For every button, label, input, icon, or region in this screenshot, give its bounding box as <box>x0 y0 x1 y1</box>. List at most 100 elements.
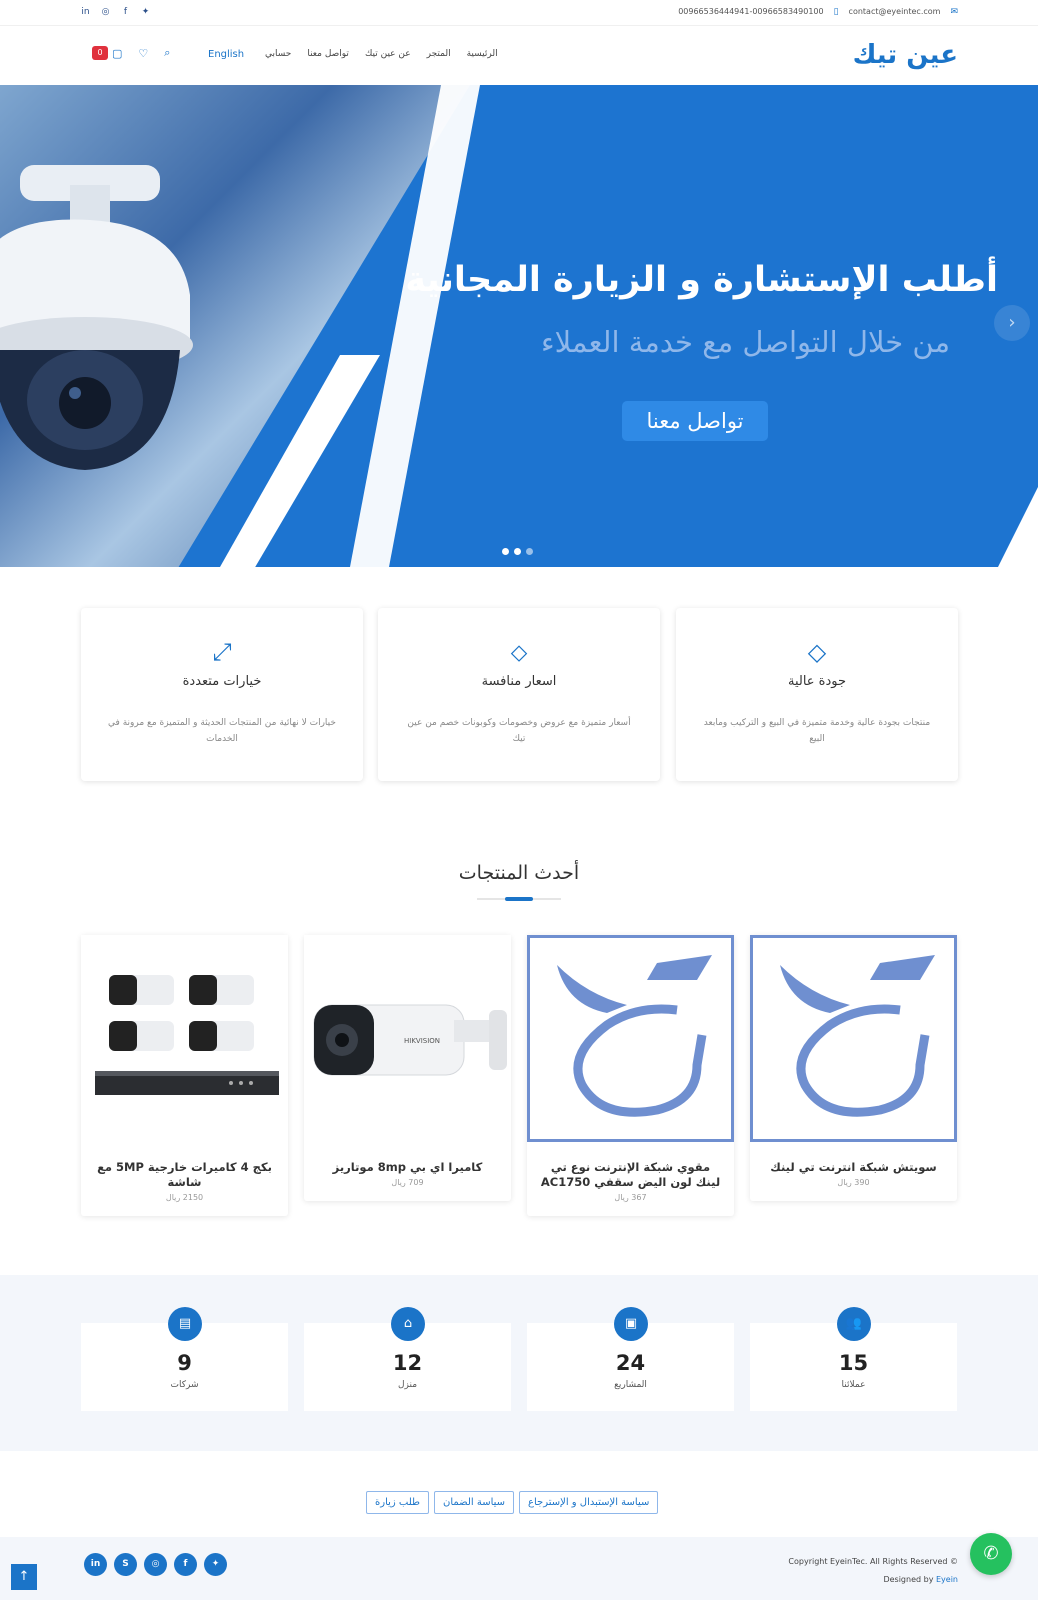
phone-icon: ▯ <box>833 7 839 17</box>
counter-value: 12 <box>392 1351 423 1375</box>
counter-value: 24 <box>615 1351 646 1375</box>
instagram-icon[interactable]: ◎ <box>100 7 111 18</box>
product-price: 2150 ريال <box>165 1193 204 1202</box>
envelope-icon: ✉ <box>950 7 958 17</box>
top-contact: 00966536444941-00966583490100 ▯ contact@… <box>678 7 958 17</box>
nav-item-store[interactable]: المتجر <box>427 49 451 59</box>
hero-slider: أطلب الإستشارة و الزيارة المجانية من خلا… <box>0 85 1038 567</box>
instagram-icon[interactable]: ◎ <box>144 1553 167 1576</box>
feature-description: أسعار متميزة مع عروض وخصومات وكوبونات خص… <box>407 718 631 744</box>
nav-icons: 0 ▢ ♡ ⌕ <box>92 46 170 60</box>
home-icon: ⌂ <box>391 1307 425 1341</box>
nav-item-about[interactable]: عن عين تيك <box>365 49 411 59</box>
counters-section: 👥 15 عملائنا ▣ 24 المشاريع ⌂ 12 منزل ▤ 9… <box>0 1275 1038 1451</box>
warranty-policy-link[interactable]: سياسة الضمان <box>434 1491 515 1514</box>
linkedin-icon[interactable]: in <box>84 1553 107 1576</box>
language-switch[interactable]: English <box>208 49 244 60</box>
feature-card: ◇ جودة عالية منتجات بجودة عالية وخدمة مت… <box>676 608 958 781</box>
cart-icon[interactable]: ▢ <box>112 47 122 60</box>
top-social-links: in ◎ f ✦ <box>80 7 151 18</box>
product-card[interactable]: بكج 4 كاميرات خارجية 5MP مع شاشة 2150 ري… <box>81 935 288 1216</box>
counter-card: ▤ 9 شركات <box>81 1307 288 1411</box>
site-logo[interactable]: عين تيك <box>853 40 958 70</box>
counter-label: شركات <box>170 1380 199 1390</box>
security-camera-image <box>0 165 193 470</box>
counter-card: ▣ 24 المشاريع <box>527 1307 734 1411</box>
slider-dot[interactable] <box>526 548 533 555</box>
copyright-text: Copyright EyeinTec. All Rights Reserved … <box>788 1557 958 1566</box>
counter-label: المشاريع <box>614 1380 647 1390</box>
feature-card: ⬦ اسعار منافسة أسعار متميزة مع عروض وخصو… <box>378 608 660 781</box>
svg-text:HIKVISION: HIKVISION <box>404 1037 440 1045</box>
hero-subtitle: من خلال التواصل مع خدمة العملاء <box>540 325 950 359</box>
feature-title: اسعار منافسة <box>481 674 557 689</box>
nav-item-home[interactable]: الرئيسية <box>467 49 498 59</box>
product-price: 367 ريال <box>614 1193 647 1202</box>
phone-numbers[interactable]: 00966536444941-00966583490100 <box>678 7 823 17</box>
designed-by-label: Designed by <box>883 1575 934 1584</box>
twitter-icon[interactable]: ✦ <box>140 7 151 18</box>
visit-request-link[interactable]: طلب زيارة <box>366 1491 429 1514</box>
counter-label: عملائنا <box>841 1380 866 1390</box>
linkedin-icon[interactable]: in <box>80 7 91 18</box>
facebook-icon[interactable]: f <box>120 7 131 18</box>
product-card[interactable]: مقوي شبكة الإنترنت نوع تي لينك لون اليض … <box>527 935 734 1216</box>
feature-card: ⤢ خيارات متعددة خيارات لا نهائية من المن… <box>81 608 363 781</box>
product-name[interactable]: كاميرا اي بي 8mp موتاريز <box>314 1160 501 1175</box>
footer-social-links: in S ◎ f ✦ <box>84 1553 227 1576</box>
skype-icon[interactable]: S <box>114 1553 137 1576</box>
search-icon[interactable]: ⌕ <box>164 46 170 60</box>
slider-dots <box>502 548 533 555</box>
cart-count-badge[interactable]: 0 <box>92 46 108 60</box>
designer-link[interactable]: Eyein <box>936 1575 958 1584</box>
facebook-icon[interactable]: f <box>174 1553 197 1576</box>
product-image[interactable] <box>527 935 734 1142</box>
heart-icon[interactable]: ♡ <box>138 47 148 60</box>
product-image[interactable] <box>750 935 957 1142</box>
hero-contact-button[interactable]: تواصل معنا <box>622 401 768 441</box>
product-card[interactable]: HIKVISION كاميرا اي بي 8mp موتاريز 709 ر… <box>304 935 511 1201</box>
product-price: 709 ريال <box>391 1178 424 1187</box>
feature-description: منتجات بجودة عالية وخدمة متميزة في البيع… <box>703 718 931 744</box>
counter-label: منزل <box>397 1380 418 1390</box>
diamond-icon: ◇ <box>807 638 827 666</box>
product-price: 390 ريال <box>837 1178 870 1187</box>
chevron-right-icon[interactable]: › <box>994 305 1030 341</box>
product-image[interactable] <box>81 935 288 1142</box>
product-name[interactable]: سويتش شبكة انترنت تي لينك <box>760 1160 947 1175</box>
video-icon: ▣ <box>614 1307 648 1341</box>
section-title: أحدث المنتجات <box>458 862 580 884</box>
nav-menu: الرئيسية المتجر عن عين تيك تواصل معنا حس… <box>265 49 498 59</box>
product-card[interactable]: سويتش شبكة انترنت تي لينك 390 ريال <box>750 935 957 1201</box>
hero-corner <box>998 487 1038 567</box>
main-nav: عين تيك الرئيسية المتجر عن عين تيك تواصل… <box>0 26 1038 85</box>
whatsapp-icon[interactable]: ✆ <box>970 1533 1012 1575</box>
feature-description: خيارات لا نهائية من المنتجات الحديثة و ا… <box>108 718 336 744</box>
product-name[interactable]: مقوي شبكة الإنترنت نوع تي لينك لون اليض … <box>537 1160 724 1190</box>
feature-title: خيارات متعددة <box>182 674 262 689</box>
nav-item-account[interactable]: حسابي <box>265 49 291 59</box>
nav-item-contact[interactable]: تواصل معنا <box>307 49 349 59</box>
arrow-up-icon[interactable]: ↑ <box>11 1564 37 1590</box>
counter-value: 9 <box>177 1351 192 1375</box>
product-image[interactable]: HIKVISION <box>304 935 511 1142</box>
product-name[interactable]: بكج 4 كاميرات خارجية 5MP مع شاشة <box>91 1160 278 1190</box>
feature-title: جودة عالية <box>787 674 847 689</box>
policy-links: طلب زيارة سياسة الضمان سياسة الإستبدال و… <box>366 1491 659 1514</box>
footer: ↑ in S ◎ f ✦ Copyright EyeinTec. All Rig… <box>0 1537 1038 1600</box>
email-link[interactable]: contact@eyeintec.com <box>849 7 941 17</box>
counter-value: 15 <box>838 1351 869 1375</box>
slider-dot[interactable] <box>502 548 509 555</box>
top-bar: in ◎ f ✦ 00966536444941-00966583490100 ▯… <box>0 0 1038 26</box>
users-icon: 👥 <box>837 1307 871 1341</box>
expand-icon: ⤢ <box>212 638 232 666</box>
tag-icon: ⬦ <box>510 638 528 666</box>
section-divider <box>477 897 561 901</box>
counter-card: ⌂ 12 منزل <box>304 1307 511 1411</box>
building-icon: ▤ <box>168 1307 202 1341</box>
designed-by: Designed by Eyein <box>883 1575 958 1584</box>
return-policy-link[interactable]: سياسة الإستبدال و الإسترجاع <box>519 1491 659 1514</box>
counter-card: 👥 15 عملائنا <box>750 1307 957 1411</box>
slider-dot[interactable] <box>514 548 521 555</box>
twitter-icon[interactable]: ✦ <box>204 1553 227 1576</box>
